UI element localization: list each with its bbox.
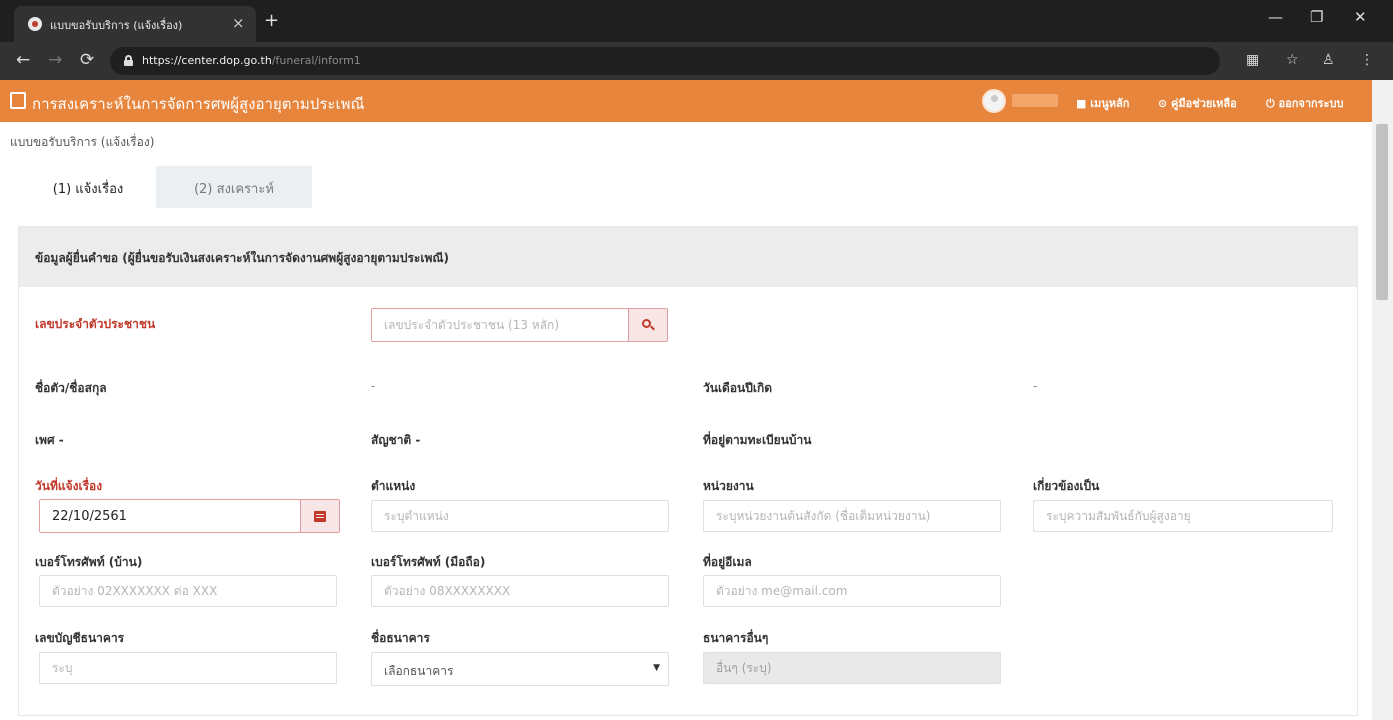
- bank-name-select[interactable]: เลือกธนาคาร ▼: [371, 652, 669, 686]
- breadcrumb: แบบขอรับบริการ (แจ้งเรื่อง): [10, 135, 155, 149]
- site-favicon-icon: [28, 17, 42, 31]
- phone-home-input[interactable]: [39, 575, 337, 607]
- date-picker-button[interactable]: [300, 499, 340, 533]
- agency-label: หน่วยงาน: [703, 479, 754, 493]
- bank-name-selected: เลือกธนาคาร: [384, 664, 454, 678]
- id-card-label: เลขประจำตัวประชาชน: [35, 317, 156, 331]
- bank-other-label: ธนาคารอื่นๆ: [703, 631, 769, 645]
- bank-account-input[interactable]: [39, 652, 337, 684]
- app-header: การสงเคราะห์ในการจัดการศพผู้สูงอายุตามปร…: [0, 80, 1372, 122]
- id-search-button[interactable]: [628, 308, 668, 342]
- applicant-form-panel: ข้อมูลผู้ยื่นคำขอ (ผู้ยื่นขอรับเงินสงเคร…: [18, 226, 1358, 716]
- position-label: ตำแหน่ง: [371, 479, 416, 493]
- gender-label: เพศ -: [35, 433, 64, 447]
- chevron-down-icon: ▼: [653, 663, 660, 673]
- browser-tab[interactable]: แบบขอรับบริการ (แจ้งเรื่อง) ×: [14, 6, 256, 42]
- lock-icon: [124, 55, 133, 66]
- translate-icon[interactable]: ▦: [1246, 51, 1259, 69]
- home-menu-link[interactable]: ■ เมนูหลัก: [1076, 94, 1129, 112]
- birthdate-value: -: [1033, 379, 1038, 393]
- scrollbar-thumb[interactable]: [1376, 124, 1388, 300]
- browser-address-bar: ← → ⟳ https://center.dop.go.th/funeral/i…: [0, 42, 1393, 80]
- tab-inform[interactable]: (1) แจ้งเรื่อง: [20, 166, 156, 208]
- email-input[interactable]: [703, 575, 1001, 607]
- app-title: การสงเคราะห์ในการจัดการศพผู้สูงอายุตามปร…: [32, 95, 365, 113]
- email-label: ที่อยู่อีเมล: [703, 555, 752, 569]
- name-label: ชื่อตัว/ชื่อสกุล: [35, 381, 107, 395]
- relation-label: เกี่ยวข้องเป็น: [1033, 479, 1100, 493]
- agency-input[interactable]: [703, 500, 1001, 532]
- help-manual-link[interactable]: ⊙ คู่มือช่วยเหลือ: [1158, 94, 1237, 112]
- phone-mobile-input[interactable]: [371, 575, 669, 607]
- birthdate-label: วันเดือนปีเกิด: [703, 381, 773, 395]
- inform-date-label: วันที่แจ้งเรื่อง: [35, 479, 103, 493]
- panel-header: ข้อมูลผู้ยื่นคำขอ (ผู้ยื่นขอรับเงินสงเคร…: [19, 227, 1357, 287]
- page-scrollbar[interactable]: [1372, 80, 1393, 720]
- url-field[interactable]: https://center.dop.go.th/funeral/inform1: [110, 47, 1220, 75]
- relation-input[interactable]: [1033, 500, 1333, 532]
- user-name[interactable]: [1012, 94, 1058, 107]
- phone-mobile-label: เบอร์โทรศัพท์ (มือถือ): [371, 555, 486, 569]
- bank-other-input: [703, 652, 1001, 684]
- bookmark-star-icon[interactable]: ☆: [1286, 51, 1299, 69]
- back-icon[interactable]: ←: [16, 50, 30, 70]
- url-text: https://center.dop.go.th/funeral/inform1: [142, 54, 361, 67]
- browser-menu-icon[interactable]: ⋮: [1360, 51, 1374, 69]
- account-icon[interactable]: ♙: [1322, 51, 1335, 69]
- window-close-icon[interactable]: ✕: [1354, 8, 1367, 26]
- id-card-input[interactable]: [371, 308, 629, 342]
- inform-date-input[interactable]: [39, 499, 301, 533]
- browser-tab-bar: แบบขอรับบริการ (แจ้งเรื่อง) × + — ❐ ✕: [0, 0, 1393, 42]
- position-input[interactable]: [371, 500, 669, 532]
- phone-home-label: เบอร์โทรศัพท์ (บ้าน): [35, 555, 143, 569]
- browser-tab-title: แบบขอรับบริการ (แจ้งเรื่อง): [50, 19, 183, 32]
- nationality-label: สัญชาติ -: [371, 433, 421, 447]
- bank-name-label: ชื่อธนาคาร: [371, 631, 430, 645]
- section-title: ข้อมูลผู้ยื่นคำขอ (ผู้ยื่นขอรับเงินสงเคร…: [35, 251, 449, 265]
- app-logo-icon: [10, 92, 26, 109]
- forward-icon[interactable]: →: [48, 50, 62, 70]
- tab-assistance[interactable]: (2) สงเคราะห์: [156, 166, 312, 208]
- minimize-icon[interactable]: —: [1268, 8, 1283, 26]
- bank-account-label: เลขบัญชีธนาคาร: [35, 631, 125, 645]
- tab-close-icon[interactable]: ×: [232, 13, 245, 33]
- name-value: -: [371, 379, 376, 393]
- maximize-icon[interactable]: ❐: [1310, 8, 1323, 26]
- reload-icon[interactable]: ⟳: [80, 50, 94, 70]
- user-avatar[interactable]: [982, 89, 1006, 113]
- address-label: ที่อยู่ตามทะเบียนบ้าน: [703, 433, 812, 447]
- new-tab-icon[interactable]: +: [264, 12, 279, 30]
- logout-link[interactable]: ⏻ ออกจากระบบ: [1266, 94, 1343, 112]
- calendar-icon: [314, 510, 326, 522]
- search-icon: [642, 319, 655, 331]
